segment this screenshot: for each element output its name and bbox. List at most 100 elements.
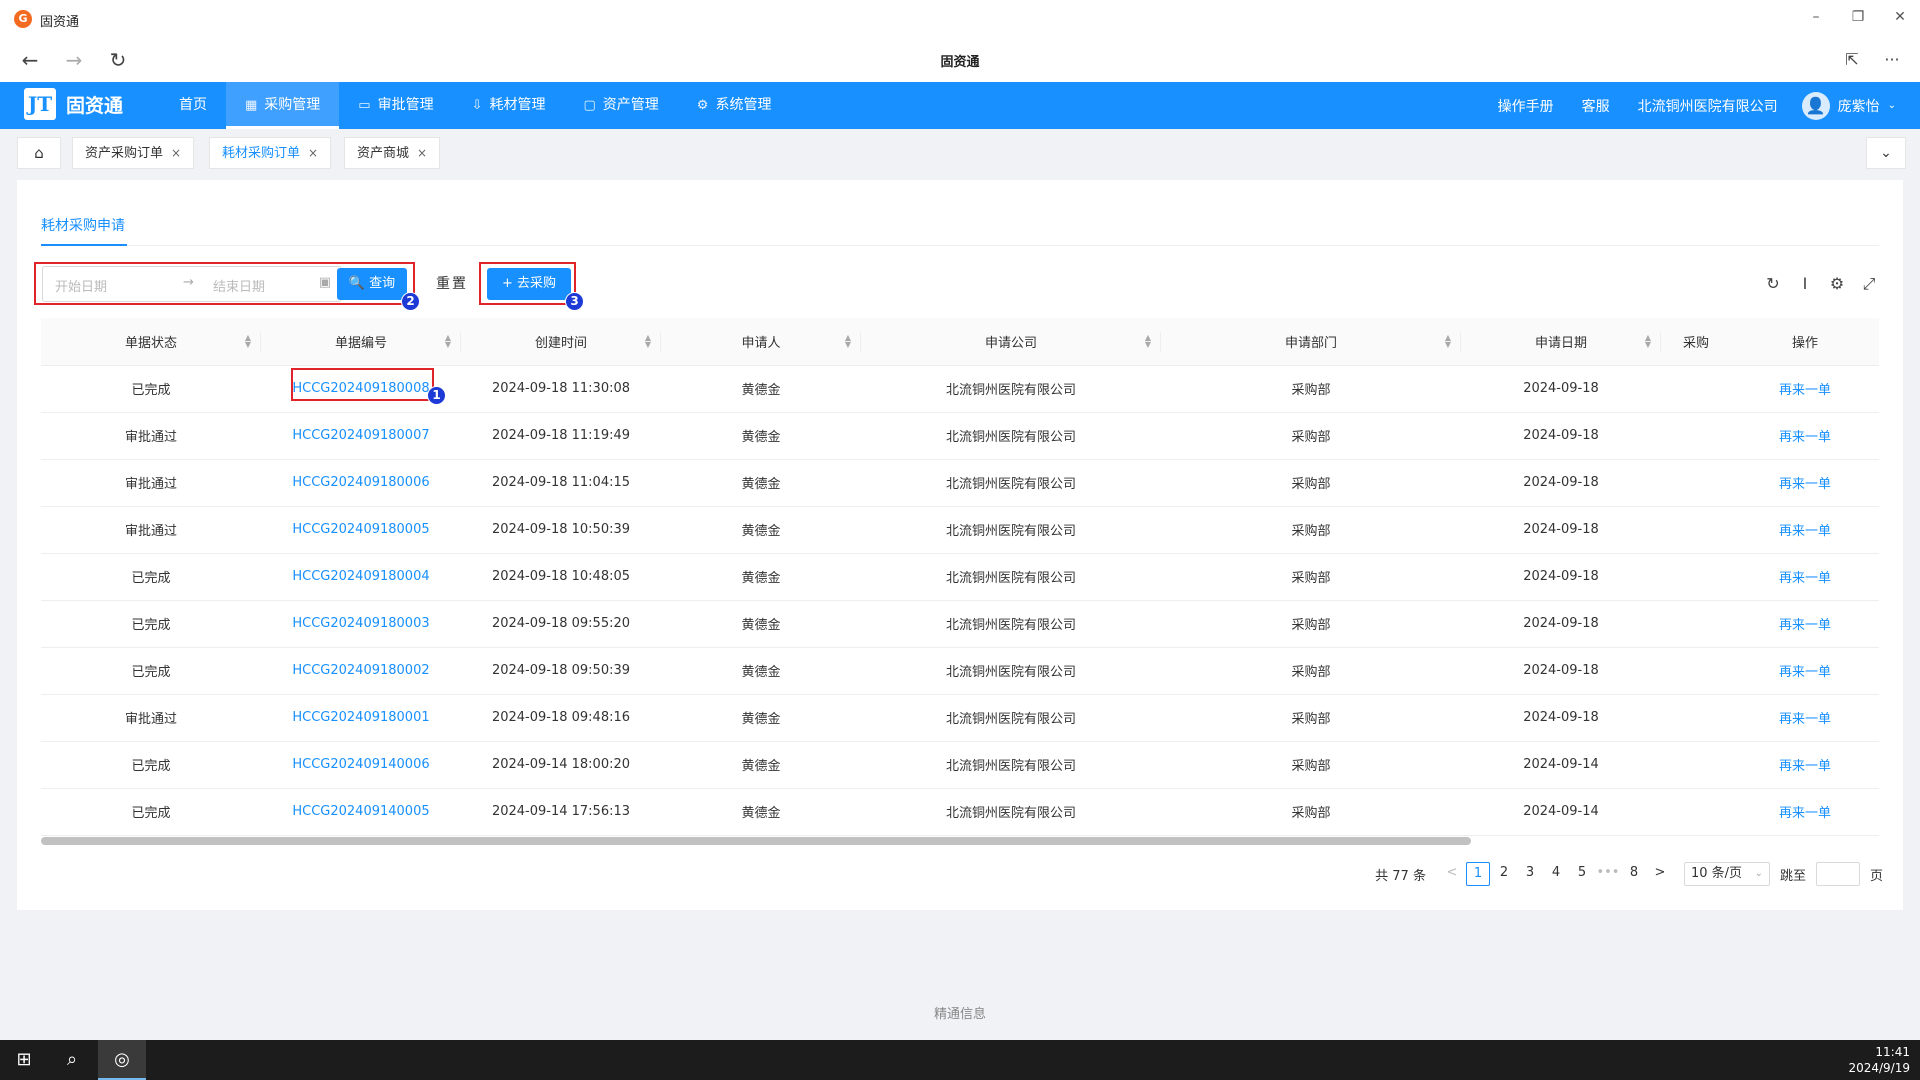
cell-date: 2024-09-18 [1461, 694, 1661, 742]
reorder-link[interactable]: 再来一单 [1731, 553, 1879, 601]
table-row[interactable]: 审批通过 HCCG202409180001 2024-09-18 09:48:1… [41, 694, 1879, 742]
table-row[interactable]: 已完成 HCCG202409180008 2024-09-18 11:30:08… [41, 365, 1879, 413]
user-name[interactable]: 庞紫怡 [1838, 96, 1880, 116]
menu-item-approval[interactable]: ▭ 审批管理 [339, 82, 452, 129]
manual-link[interactable]: 操作手册 [1498, 96, 1554, 116]
close-icon[interactable]: × [308, 146, 318, 160]
settings-icon[interactable]: ⚙ [1821, 274, 1853, 294]
company-name[interactable]: 北流铜州医院有限公司 [1638, 96, 1778, 116]
cell-created: 2024-09-18 09:55:20 [461, 600, 661, 648]
table-row[interactable]: 已完成 HCCG202409140005 2024-09-14 17:56:13… [41, 788, 1879, 836]
sort-icon[interactable]: ▲ ▼ [1145, 334, 1151, 349]
tab-asset-purchase-order[interactable]: 资产采购订单 × [72, 137, 195, 169]
minimize-button[interactable]: – [1796, 4, 1836, 30]
browser-app-icon[interactable]: ◎ [98, 1040, 146, 1080]
monitor-icon: ▭ [358, 98, 371, 113]
menu-item-system[interactable]: ⚙ 系统管理 [678, 82, 791, 129]
menu-item-consumables[interactable]: ⇩ 耗材管理 [453, 82, 565, 129]
tabs-collapse-chevron-icon[interactable]: ⌄ [1866, 137, 1906, 169]
reorder-link[interactable]: 再来一单 [1731, 506, 1879, 554]
next-page-icon[interactable]: > [1648, 862, 1672, 886]
reorder-link[interactable]: 再来一单 [1731, 741, 1879, 789]
sort-icon[interactable]: ▲ ▼ [645, 334, 651, 349]
close-button[interactable]: ✕ [1880, 4, 1920, 30]
cell-created: 2024-09-18 11:19:49 [461, 412, 661, 460]
sort-icon[interactable]: ▲ ▼ [1645, 334, 1651, 349]
grid-icon: ▦ [245, 98, 258, 113]
order-no-link[interactable]: HCCG202409140005 [261, 788, 461, 836]
page-4[interactable]: 4 [1544, 862, 1568, 886]
menu-item-procurement[interactable]: ▦ 采购管理 [226, 82, 340, 129]
page-size-select[interactable]: 10 条/页 ⌄ [1683, 862, 1770, 886]
order-no-link[interactable]: HCCG202409180004 [261, 553, 461, 601]
order-no-link[interactable]: HCCG202409180005 [261, 506, 461, 554]
brand[interactable]: JT 固资通 [24, 88, 123, 120]
prev-page-icon[interactable]: < [1440, 862, 1464, 886]
cell-dept: 采购部 [1161, 694, 1461, 742]
table-row[interactable]: 已完成 HCCG202409180003 2024-09-18 09:55:20… [41, 600, 1879, 648]
table-row[interactable]: 已完成 HCCG202409180004 2024-09-18 10:48:05… [41, 553, 1879, 601]
table-row[interactable]: 审批通过 HCCG202409180005 2024-09-18 10:50:3… [41, 506, 1879, 554]
system-clock[interactable]: 11:41 2024/9/19 [1848, 1044, 1910, 1076]
subtab-consumable-request[interactable]: 耗材采购申请 [41, 215, 125, 235]
col-applicant[interactable]: 申请人 ▲ ▼ [661, 318, 861, 366]
sort-icon[interactable]: ▲ ▼ [244, 334, 251, 349]
tab-home-icon[interactable]: ⌂ [17, 137, 61, 169]
share-icon[interactable]: ⇱ [1836, 46, 1868, 74]
horizontal-scrollbar[interactable] [41, 837, 1471, 845]
fullscreen-icon[interactable]: ⤢ [1853, 274, 1885, 294]
table-row[interactable]: 已完成 HCCG202409140006 2024-09-14 18:00:20… [41, 741, 1879, 789]
col-status[interactable]: 单据状态 ▲ ▼ [41, 318, 261, 366]
sort-down-glyph: ▼ [244, 340, 251, 349]
col-company[interactable]: 申请公司 ▲ ▼ [861, 318, 1161, 366]
refresh-icon[interactable]: ↻ [1757, 274, 1789, 294]
table-row[interactable]: 已完成 HCCG202409180002 2024-09-18 09:50:39… [41, 647, 1879, 695]
page-2[interactable]: 2 [1492, 862, 1516, 886]
restore-button[interactable]: ❐ [1838, 4, 1878, 30]
column-height-icon[interactable]: Ⅰ [1789, 274, 1821, 294]
start-icon[interactable]: ⊞ [0, 1040, 48, 1080]
reorder-link[interactable]: 再来一单 [1731, 365, 1879, 413]
page-5[interactable]: 5 [1570, 862, 1594, 886]
col-created[interactable]: 创建时间 ▲ ▼ [461, 318, 661, 366]
table-row[interactable]: 审批通过 HCCG202409180007 2024-09-18 11:19:4… [41, 412, 1879, 460]
reorder-link[interactable]: 再来一单 [1731, 459, 1879, 507]
order-no-link[interactable]: HCCG202409180007 [261, 412, 461, 460]
order-no-link[interactable]: HCCG202409180003 [261, 600, 461, 648]
page-1[interactable]: 1 [1465, 862, 1490, 886]
order-no-link[interactable]: HCCG202409180006 [261, 459, 461, 507]
reset-button[interactable]: 重置 [425, 268, 479, 300]
table-row[interactable]: 审批通过 HCCG202409180006 2024-09-18 11:04:1… [41, 459, 1879, 507]
more-icon[interactable]: ··· [1876, 46, 1908, 74]
page-3[interactable]: 3 [1518, 862, 1542, 886]
order-no-link[interactable]: HCCG202409180001 [261, 694, 461, 742]
jump-page-input[interactable] [1815, 862, 1860, 886]
avatar-icon[interactable]: 👤 [1801, 91, 1830, 120]
reorder-link[interactable]: 再来一单 [1731, 694, 1879, 742]
col-dept[interactable]: 申请部门 ▲ ▼ [1161, 318, 1461, 366]
page-ellipsis[interactable]: ••• [1596, 862, 1620, 886]
reorder-link[interactable]: 再来一单 [1731, 647, 1879, 695]
order-no-link[interactable]: HCCG202409140006 [261, 741, 461, 789]
reorder-link[interactable]: 再来一单 [1731, 412, 1879, 460]
search-icon[interactable]: ⌕ [48, 1040, 96, 1080]
close-icon[interactable]: × [417, 146, 427, 160]
reorder-link[interactable]: 再来一单 [1731, 788, 1879, 836]
chevron-down-icon[interactable]: ⌄ [1888, 100, 1896, 111]
order-no-link[interactable]: HCCG202409180008 [261, 365, 461, 413]
menu-item-assets[interactable]: ▢ 资产管理 [565, 82, 678, 129]
tab-consumable-purchase-order[interactable]: 耗材采购订单 × [209, 137, 332, 169]
reorder-link[interactable]: 再来一单 [1731, 600, 1879, 648]
col-purchase[interactable]: 采购 [1661, 318, 1731, 366]
sort-icon[interactable]: ▲ ▼ [845, 334, 851, 349]
order-no-link[interactable]: HCCG202409180002 [261, 647, 461, 695]
page-last[interactable]: 8 [1622, 862, 1646, 886]
sort-icon[interactable]: ▲ ▼ [1445, 334, 1451, 349]
tab-asset-mall[interactable]: 资产商城 × [344, 137, 441, 169]
col-order-no[interactable]: 单据编号 ▲ ▼ [261, 318, 461, 366]
menu-item-home[interactable]: 首页 [160, 82, 226, 129]
col-date[interactable]: 申请日期 ▲ ▼ [1461, 318, 1661, 366]
sort-icon[interactable]: ▲ ▼ [445, 334, 451, 349]
service-link[interactable]: 客服 [1582, 96, 1610, 116]
close-icon[interactable]: × [171, 146, 181, 160]
